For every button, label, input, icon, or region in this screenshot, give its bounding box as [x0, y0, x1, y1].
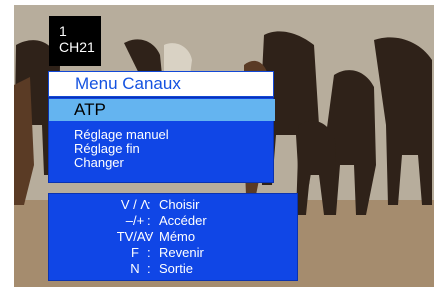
help-action: Sortie — [159, 261, 193, 276]
help-action: Choisir — [159, 197, 200, 212]
help-panel: V / Λ : Choisir –/+ : Accéder TV/AV : Mé… — [48, 193, 298, 281]
help-key: V / Λ — [120, 197, 150, 212]
menu-item-changer[interactable]: Changer — [74, 156, 124, 170]
help-row-revenir: F : Revenir — [49, 245, 299, 261]
help-row-choisir: V / Λ : Choisir — [49, 197, 299, 213]
menu-item-atp[interactable]: ATP — [49, 99, 275, 121]
channel-number: 1 — [59, 23, 67, 39]
help-separator: : — [147, 213, 151, 228]
channel-name: CH21 — [59, 39, 95, 55]
help-action: Mémo — [159, 229, 196, 244]
help-separator: : — [147, 245, 151, 260]
help-action: Revenir — [159, 245, 204, 260]
menu-title: Menu Canaux — [48, 71, 274, 97]
help-key: N — [130, 261, 140, 276]
help-separator: : — [147, 229, 151, 244]
menu-item-reglage-manuel[interactable]: Réglage manuel — [74, 128, 169, 142]
help-key: –/+ — [125, 213, 145, 228]
help-separator: : — [147, 261, 151, 276]
help-row-acceder: –/+ : Accéder — [49, 213, 299, 229]
help-key: F — [131, 245, 139, 260]
help-key: TV/AV — [116, 229, 154, 244]
help-action: Accéder — [159, 213, 207, 228]
help-row-memo: TV/AV : Mémo — [49, 229, 299, 245]
menu-item-reglage-fin[interactable]: Réglage fin — [74, 142, 140, 156]
channel-indicator: 1 CH21 — [49, 16, 101, 66]
help-separator: : — [147, 197, 151, 212]
help-row-sortie: N : Sortie — [49, 261, 299, 277]
